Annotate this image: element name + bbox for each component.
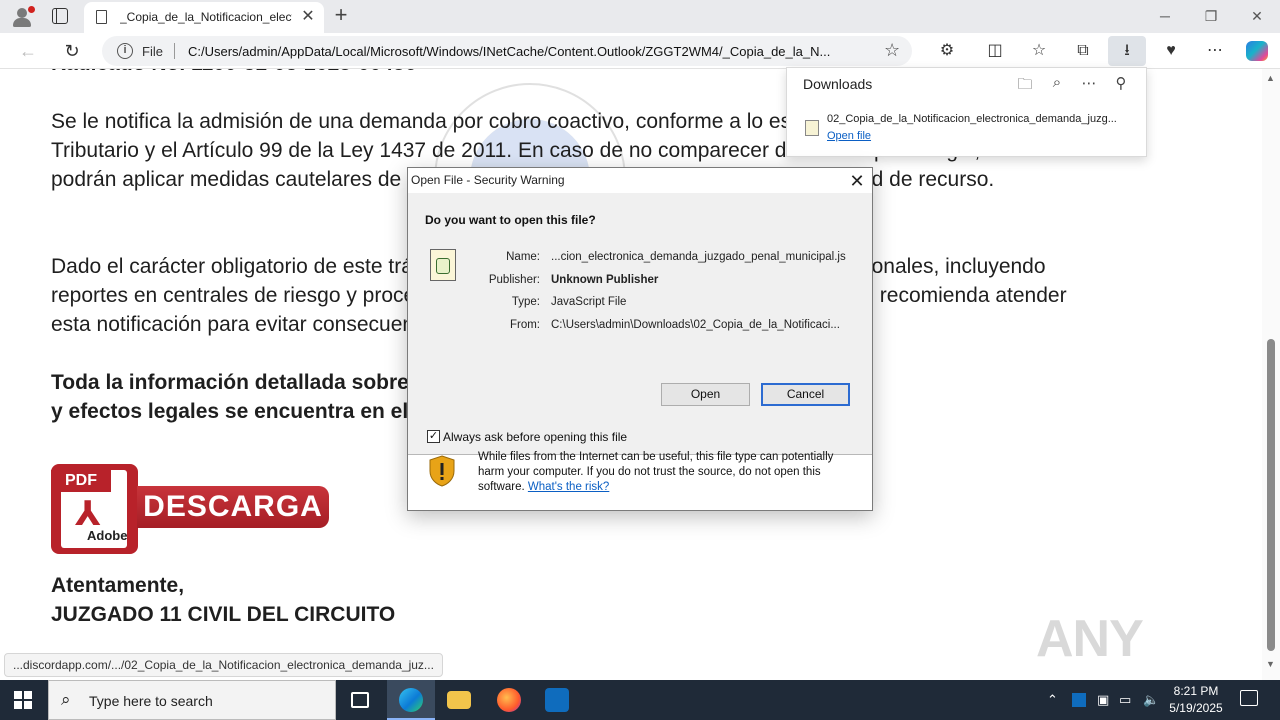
- always-ask-checkbox[interactable]: ✓: [427, 430, 440, 443]
- pdf-download-button[interactable]: PDF ⅄ Adobe DESCARGA: [51, 464, 329, 554]
- minimize-icon[interactable]: ─: [1142, 4, 1188, 28]
- warning-text: While files from the Internet can be use…: [478, 450, 858, 495]
- cancel-button[interactable]: Cancel: [761, 383, 850, 406]
- back-icon[interactable]: ←: [16, 39, 40, 63]
- publisher-value: Unknown Publisher: [551, 274, 659, 286]
- new-tab-icon[interactable]: +: [330, 4, 352, 26]
- search-downloads-icon[interactable]: ⌕: [1047, 74, 1067, 94]
- tab-close-icon[interactable]: ✕: [298, 7, 318, 27]
- name-label: Name:: [506, 251, 540, 263]
- refresh-icon[interactable]: ↻: [60, 39, 84, 63]
- address-bar[interactable]: i File C:/Users/admin/AppData/Local/Micr…: [102, 36, 912, 66]
- dialog-title: Open File - Security Warning: [411, 173, 565, 187]
- clock-date: 5/19/2025: [1169, 701, 1223, 715]
- dialog-question: Do you want to open this file?: [425, 213, 596, 227]
- scroll-down-icon[interactable]: ▼: [1266, 659, 1275, 669]
- notifications-icon[interactable]: [1240, 690, 1258, 706]
- download-filename[interactable]: 02_Copia_de_la_Notificacion_electronica_…: [827, 113, 1135, 125]
- more-menu-icon[interactable]: ⋯: [1202, 39, 1228, 63]
- always-ask-label[interactable]: Always ask before opening this file: [443, 430, 627, 444]
- open-folder-icon[interactable]: 🗀: [1015, 74, 1035, 94]
- pdf-icon: PDF ⅄ Adobe: [51, 464, 138, 554]
- taskbar-search[interactable]: ⌕ Type here to search: [48, 680, 336, 720]
- profile-avatar-icon[interactable]: [10, 6, 35, 28]
- type-value: JavaScript File: [551, 296, 627, 308]
- task-view-icon[interactable]: [336, 680, 384, 720]
- tab-actions-icon[interactable]: [52, 8, 68, 24]
- downloads-panel: Downloads 🗀 ⌕ ⋯ ⚲ 02_Copia_de_la_Notific…: [786, 67, 1147, 157]
- restore-icon[interactable]: ❐: [1188, 4, 1234, 28]
- taskbar: ⌕ Type here to search ⌃ ▣ ▭ 🔈 8:21 PM 5/…: [0, 680, 1280, 720]
- shield-warning-icon: [429, 455, 455, 487]
- security-warning-dialog: Open File - Security Warning ✕ Do you wa…: [407, 167, 873, 511]
- windows-start-icon[interactable]: [14, 691, 32, 709]
- adobe-label: Adobe: [87, 528, 128, 543]
- downloads-more-icon[interactable]: ⋯: [1079, 74, 1099, 94]
- window-close-icon[interactable]: ✕: [1234, 4, 1280, 28]
- outlook-icon[interactable]: [533, 680, 581, 720]
- open-file-link[interactable]: Open file: [827, 130, 871, 142]
- favorites-icon[interactable]: ☆: [1026, 39, 1052, 63]
- split-screen-icon[interactable]: ◫: [982, 39, 1008, 63]
- type-label: Type:: [511, 296, 540, 308]
- copilot-icon[interactable]: [1246, 41, 1268, 61]
- firefox-icon[interactable]: [485, 680, 533, 720]
- open-button[interactable]: Open: [661, 383, 750, 406]
- document-icon: [96, 10, 107, 24]
- from-label: From:: [509, 319, 540, 331]
- tray-device-icon[interactable]: ▣: [1097, 692, 1109, 708]
- anyrun-watermark: ANY RUN: [1036, 610, 1147, 680]
- script-file-icon: [805, 120, 819, 136]
- downloads-title: Downloads: [803, 76, 873, 92]
- clock[interactable]: 8:21 PM 5/19/2025: [1160, 683, 1232, 717]
- search-placeholder: Type here to search: [89, 693, 213, 709]
- edge-taskbar-icon[interactable]: [387, 680, 435, 720]
- dialog-close-icon[interactable]: ✕: [846, 170, 868, 192]
- search-icon: ⌕: [61, 690, 71, 709]
- clock-time: 8:21 PM: [1173, 684, 1219, 698]
- favorite-star-icon[interactable]: ☆: [884, 40, 900, 61]
- whats-the-risk-link[interactable]: What's the risk?: [528, 481, 609, 493]
- performance-icon[interactable]: ♥: [1158, 39, 1184, 63]
- tray-overflow-icon[interactable]: ⌃: [1047, 692, 1058, 708]
- network-icon[interactable]: ▭: [1119, 692, 1131, 708]
- downloads-icon[interactable]: ⭳: [1108, 36, 1146, 66]
- file-explorer-icon[interactable]: [435, 680, 483, 720]
- scroll-up-icon[interactable]: ▲: [1266, 73, 1275, 83]
- info-icon[interactable]: i: [117, 43, 133, 59]
- address-url[interactable]: C:/Users/admin/AppData/Local/Microsoft/W…: [188, 44, 868, 59]
- volume-icon[interactable]: 🔈: [1143, 692, 1159, 708]
- from-value: C:\Users\admin\Downloads\02_Copia_de_la_…: [551, 319, 840, 331]
- page-scrollbar[interactable]: ▲ ▼: [1262, 69, 1280, 680]
- pdf-label: PDF: [51, 470, 111, 492]
- closing-text: Atentamente,: [51, 574, 185, 597]
- court-name: JUZGADO 11 CIVIL DEL CIRCUITO: [51, 603, 396, 626]
- publisher-label: Publisher:: [488, 274, 540, 286]
- signature-block: Atentamente, JUZGADO 11 CIVIL DEL CIRCUI…: [51, 571, 395, 629]
- pin-icon[interactable]: ⚲: [1111, 74, 1131, 94]
- status-link-preview: ...discordapp.com/.../02_Copia_de_la_Not…: [4, 653, 443, 677]
- tab-active[interactable]: _Copia_de_la_Notificacion_electr ✕: [84, 2, 324, 33]
- tab-bar: _Copia_de_la_Notificacion_electr ✕ + ─ ❐…: [0, 0, 1280, 33]
- collections-icon[interactable]: ⧉: [1070, 39, 1096, 63]
- browser-toolbar: ← ↻ i File C:/Users/admin/AppData/Local/…: [0, 33, 1280, 69]
- address-scheme: File: [142, 44, 163, 59]
- download-label: DESCARGA: [137, 486, 329, 528]
- extensions-icon[interactable]: ⚙: [934, 39, 960, 63]
- tray-outlook-icon[interactable]: [1072, 693, 1086, 707]
- name-value: ...cion_electronica_demanda_juzgado_pena…: [551, 251, 846, 263]
- tab-title: _Copia_de_la_Notificacion_electr: [120, 10, 292, 24]
- address-separator: [174, 43, 175, 59]
- scroll-thumb[interactable]: [1267, 339, 1275, 651]
